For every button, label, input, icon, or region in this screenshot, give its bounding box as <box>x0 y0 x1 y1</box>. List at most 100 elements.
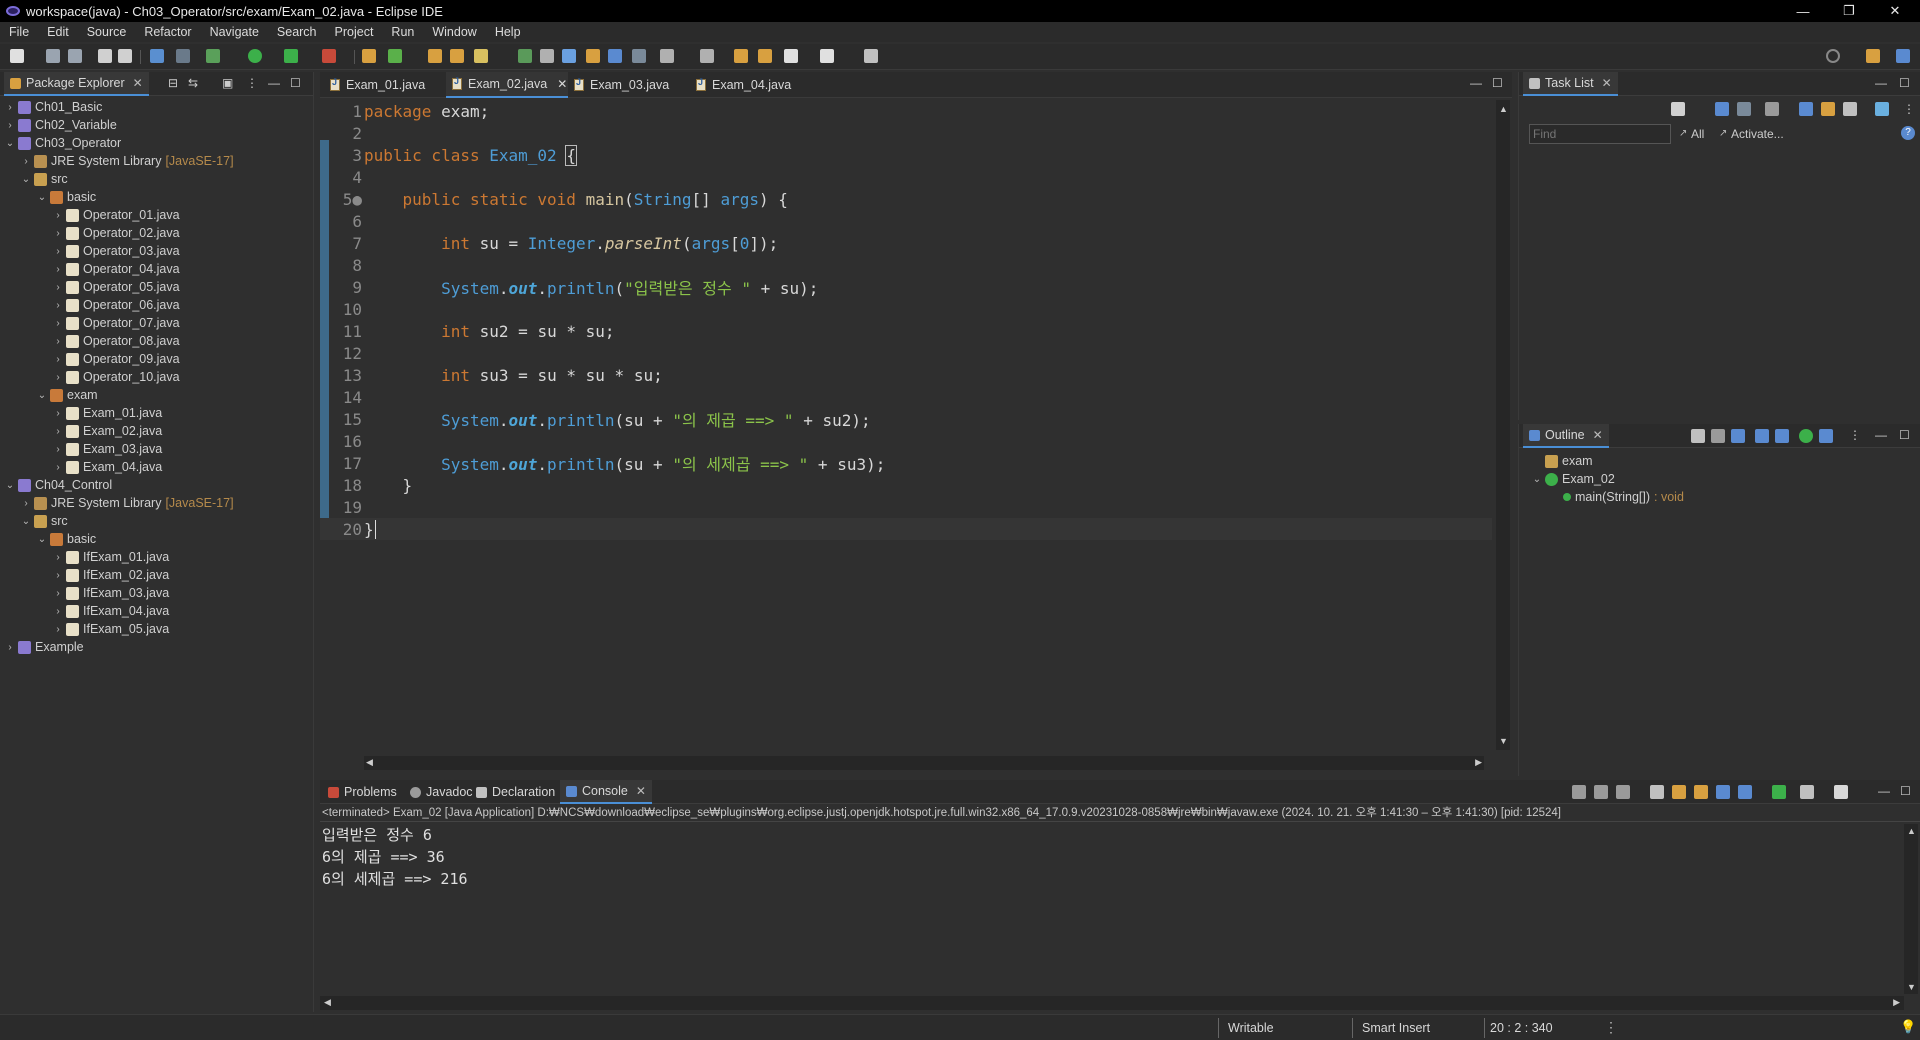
scroll-down-icon[interactable]: ▼ <box>1907 982 1916 992</box>
save-icon[interactable] <box>46 49 60 63</box>
collapse-icon[interactable]: ⌄ <box>4 138 16 149</box>
activate-link[interactable]: Activate... <box>1731 127 1784 141</box>
focus-icon[interactable] <box>1821 102 1835 116</box>
expand-icon[interactable]: › <box>52 606 64 617</box>
new-java-project-icon[interactable] <box>362 49 376 63</box>
search-icon[interactable] <box>1826 49 1840 63</box>
sync-icon[interactable] <box>1765 102 1779 116</box>
collapse-all-icon[interactable] <box>1843 102 1857 116</box>
status-menu-icon[interactable]: ⋮ <box>1604 1019 1618 1036</box>
console-menu-icon[interactable] <box>1800 785 1814 799</box>
debug-icon[interactable] <box>206 49 220 63</box>
editor-tab-exam-03[interactable]: Exam_03.java <box>568 72 688 98</box>
previous-annotation-icon[interactable] <box>700 49 714 63</box>
tree-item[interactable]: › IfExam_02.java <box>52 566 169 584</box>
scroll-left-icon[interactable]: ◀ <box>324 997 331 1008</box>
close-icon[interactable]: ✕ <box>1602 76 1612 90</box>
expand-icon[interactable]: › <box>4 120 16 131</box>
view-menu-icon[interactable]: ⋮ <box>1903 102 1915 116</box>
tree-item[interactable]: › Ch02_Variable <box>4 116 116 134</box>
collapse-all-icon[interactable]: ⊟ <box>168 76 178 90</box>
tree-item[interactable]: › Operator_05.java <box>52 278 179 296</box>
java-perspective-icon[interactable] <box>1896 49 1910 63</box>
tab-outline[interactable]: Outline ✕ <box>1523 424 1609 448</box>
expand-icon[interactable]: › <box>52 444 64 455</box>
external-tools-icon[interactable] <box>322 49 336 63</box>
scroll-down-icon[interactable]: ▼ <box>1499 736 1508 746</box>
tree-item[interactable]: › IfExam_01.java <box>52 548 169 566</box>
expand-icon[interactable]: › <box>52 624 64 635</box>
outline-item[interactable]: main(String[]): void <box>1561 488 1684 506</box>
collapse-icon[interactable]: ⌄ <box>36 534 48 545</box>
hide-non-public-icon[interactable] <box>1775 429 1789 443</box>
collapse-icon[interactable]: ⌄ <box>20 174 32 185</box>
expand-icon[interactable]: › <box>52 210 64 221</box>
menu-project[interactable]: Project <box>326 25 383 39</box>
console-horizontal-scrollbar[interactable]: ◀ ▶ <box>320 996 1904 1010</box>
new-console-icon[interactable] <box>1834 785 1848 799</box>
outline-item[interactable]: ⌄ Exam_02 <box>1531 470 1615 488</box>
close-icon[interactable]: ✕ <box>133 76 143 90</box>
open-type-icon[interactable] <box>428 49 442 63</box>
tree-item[interactable]: › IfExam_04.java <box>52 602 169 620</box>
editor-tab-exam-01[interactable]: Exam_01.java <box>324 72 444 98</box>
terminal-icon[interactable] <box>150 49 164 63</box>
menu-run[interactable]: Run <box>382 25 423 39</box>
toggle-block-selection-icon[interactable] <box>586 49 600 63</box>
word-wrap-icon[interactable] <box>1672 785 1686 799</box>
sort-icon[interactable] <box>1711 429 1725 443</box>
expand-icon[interactable]: › <box>52 552 64 563</box>
tree-item[interactable]: ⌄ src <box>20 512 68 530</box>
collapse-icon[interactable]: ⌄ <box>20 516 32 527</box>
menu-help[interactable]: Help <box>486 25 530 39</box>
word-wrap-icon[interactable] <box>608 49 622 63</box>
tab-declaration[interactable]: Declaration <box>470 780 561 804</box>
menu-window[interactable]: Window <box>423 25 485 39</box>
editor-tab-exam-04[interactable]: Exam_04.java <box>690 72 810 98</box>
expand-icon[interactable]: › <box>52 300 64 311</box>
remove-launch-icon[interactable] <box>1594 785 1608 799</box>
tree-item[interactable]: ⌄ basic <box>36 530 96 548</box>
tree-item[interactable]: › IfExam_05.java <box>52 620 169 638</box>
minimize-button[interactable]: — <box>1782 0 1824 22</box>
close-icon[interactable]: ✕ <box>636 784 646 798</box>
tree-item[interactable]: › Exam_01.java <box>52 404 162 422</box>
tab-task-list[interactable]: Task List ✕ <box>1523 72 1618 96</box>
new-icon[interactable] <box>10 49 24 63</box>
status-insert-mode[interactable]: Smart Insert <box>1362 1021 1430 1035</box>
scroll-up-icon[interactable]: ▲ <box>1907 826 1916 836</box>
expand-icon[interactable]: › <box>52 588 64 599</box>
scroll-lock-icon[interactable] <box>1650 785 1664 799</box>
collapse-icon[interactable]: ⌄ <box>1531 474 1543 485</box>
menu-navigate[interactable]: Navigate <box>201 25 268 39</box>
scroll-left-icon[interactable]: ◀ <box>366 757 373 768</box>
last-edit-icon[interactable] <box>734 49 748 63</box>
tree-item[interactable]: › JRE System Library [JavaSE-17] <box>20 494 233 512</box>
status-cursor-position[interactable]: 20 : 2 : 340 <box>1490 1021 1553 1035</box>
expand-icon[interactable]: › <box>52 570 64 581</box>
console-output[interactable]: 입력받은 정수 6 6의 제곱 ==> 36 6의 세제곱 ==> 216 <box>322 824 468 890</box>
expand-icon[interactable]: › <box>20 156 32 167</box>
maximize-icon[interactable]: ☐ <box>1492 76 1503 90</box>
tree-item[interactable]: › Operator_09.java <box>52 350 179 368</box>
open-task-icon[interactable] <box>450 49 464 63</box>
expand-icon[interactable]: › <box>52 264 64 275</box>
tree-item[interactable]: › JRE System Library [JavaSE-17] <box>20 152 233 170</box>
pin-console-icon[interactable] <box>1716 785 1730 799</box>
tree-item[interactable]: ⌄ basic <box>36 188 96 206</box>
hide-static-icon[interactable] <box>1755 429 1769 443</box>
redo-icon[interactable] <box>118 49 132 63</box>
close-icon[interactable]: ✕ <box>557 77 567 91</box>
view-menu-icon[interactable]: ⋮ <box>1849 428 1861 442</box>
minimize-icon[interactable]: — <box>1878 784 1890 798</box>
menu-edit[interactable]: Edit <box>38 25 78 39</box>
menu-file[interactable]: File <box>0 25 38 39</box>
menu-refactor[interactable]: Refactor <box>135 25 200 39</box>
help-icon[interactable]: ? <box>1901 126 1915 140</box>
tree-item[interactable]: › Operator_06.java <box>52 296 179 314</box>
menu-source[interactable]: Source <box>78 25 136 39</box>
hide-completed-icon[interactable] <box>1799 102 1813 116</box>
expand-icon[interactable]: › <box>20 498 32 509</box>
back-icon[interactable] <box>784 49 798 63</box>
toggle-ant-icon[interactable] <box>518 49 532 63</box>
